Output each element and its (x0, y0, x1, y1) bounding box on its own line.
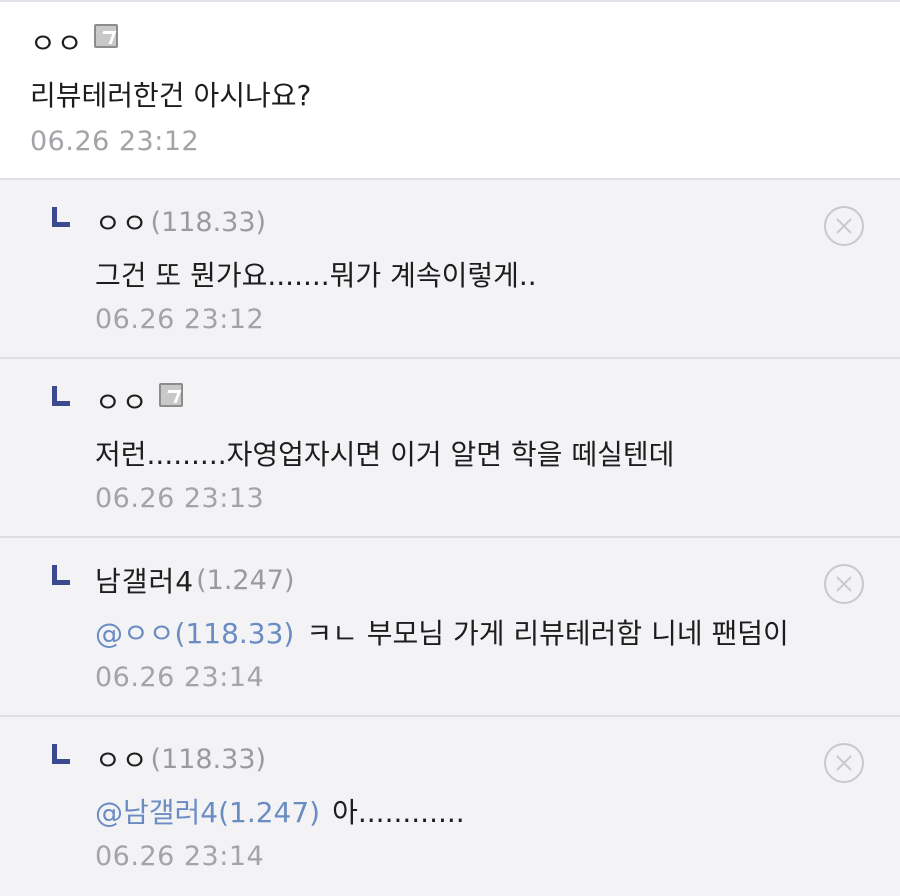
reply-arrow-icon (52, 744, 70, 764)
delete-circle-x-icon[interactable] (824, 743, 864, 783)
reply-content: @남갤러4(1.247) 아............ (95, 793, 870, 833)
reply-content: @ㅇㅇ(118.33) ㅋㄴ 부모님 가게 리뷰테러함 니네 팬덤이 (95, 614, 870, 654)
reply-author-line: ㅇㅇ (95, 381, 870, 421)
reply-nickname[interactable]: ㅇㅇ (95, 381, 149, 421)
reply-item: ㅇㅇ (118.33) @남갤러4(1.247) 아............ 06… (0, 717, 900, 895)
reply-date: 06.26 23:14 (95, 841, 265, 872)
reply-nickname[interactable]: 남갤러4 (95, 560, 194, 600)
reply-nickname[interactable]: ㅇㅇ (95, 739, 149, 779)
fixed-nick-badge-icon (158, 383, 183, 407)
reply-item: ㅇㅇ 저런.........자영업자시면 이거 알면 학을 떼실텐데 06.26… (0, 359, 900, 538)
reply-content: 그건 또 뭔가요.......뭐가 계속이렇게.. (95, 256, 870, 296)
reply-ip: (118.33) (150, 743, 267, 775)
reply-ip: (1.247) (196, 564, 295, 596)
reply-item: 남갤러4 (1.247) @ㅇㅇ(118.33) ㅋㄴ 부모님 가게 리뷰테러함 … (0, 538, 900, 717)
reply-date: 06.26 23:13 (95, 483, 265, 514)
reply-ip: (118.33) (150, 206, 267, 238)
reply-nickname[interactable]: ㅇㅇ (95, 202, 149, 242)
delete-circle-x-icon[interactable] (824, 564, 864, 604)
comment-list: ㅇㅇ 리뷰테러한건 아시나요? 06.26 23:12 ㅇㅇ (118.33) … (0, 0, 900, 895)
reply-arrow-icon (52, 565, 70, 585)
reply-mention[interactable]: @ㅇㅇ(118.33) (95, 617, 294, 650)
reply-arrow-icon (52, 207, 70, 227)
reply-date: 06.26 23:14 (95, 662, 265, 693)
reply-text: 저런.........자영업자시면 이거 알면 학을 떼실텐데 (95, 438, 675, 471)
fixed-nick-badge-icon (93, 24, 118, 48)
comment-author-line: ㅇㅇ (30, 22, 870, 62)
comment-date: 06.26 23:12 (30, 126, 200, 157)
reply-text: ㅋㄴ 부모님 가게 리뷰테러함 니네 팬덤이 (306, 617, 789, 650)
reply-date: 06.26 23:12 (95, 304, 265, 335)
reply-text: 그건 또 뭔가요.......뭐가 계속이렇게.. (95, 259, 537, 292)
reply-author-line: 남갤러4 (1.247) (95, 560, 870, 600)
reply-arrow-icon (52, 386, 70, 406)
reply-author-line: ㅇㅇ (118.33) (95, 739, 870, 779)
reply-author-line: ㅇㅇ (118.33) (95, 202, 870, 242)
reply-text: 아............ (332, 796, 465, 829)
reply-item: ㅇㅇ (118.33) 그건 또 뭔가요.......뭐가 계속이렇게.. 06… (0, 180, 900, 359)
comment-item: ㅇㅇ 리뷰테러한건 아시나요? 06.26 23:12 (0, 2, 900, 180)
comment-nickname[interactable]: ㅇㅇ (30, 22, 84, 62)
delete-circle-x-icon[interactable] (824, 206, 864, 246)
reply-content: 저런.........자영업자시면 이거 알면 학을 떼실텐데 (95, 435, 870, 475)
reply-mention[interactable]: @남갤러4(1.247) (95, 796, 320, 829)
comment-content: 리뷰테러한건 아시나요? (30, 79, 312, 112)
